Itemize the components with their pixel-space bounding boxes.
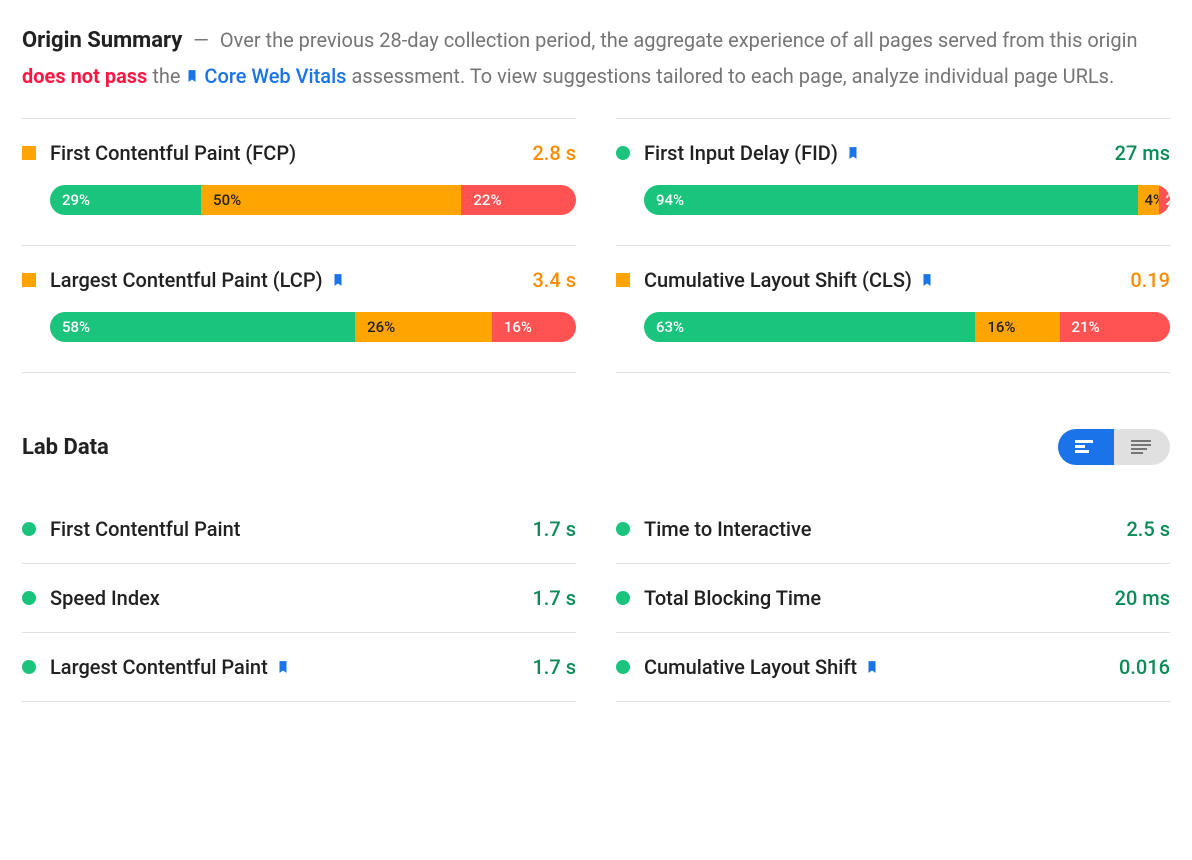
bookmark-icon — [846, 144, 860, 162]
lab-name-tti: Time to Interactive — [644, 517, 1112, 541]
lab-name-si: Speed Index — [50, 586, 518, 610]
lab-metric-fcp[interactable]: First Contentful Paint 1.7 s — [22, 495, 576, 564]
circle-icon — [616, 660, 630, 674]
lab-value-fcp: 1.7 s — [532, 517, 576, 541]
distribution-bar-cls: 63% 16% 21% — [644, 312, 1170, 342]
lab-metric-tti[interactable]: Time to Interactive 2.5 s — [616, 495, 1170, 564]
circle-icon — [616, 591, 630, 605]
dist-poor: 16% — [492, 312, 576, 342]
origin-summary-text: Origin Summary — Over the previous 28-da… — [22, 22, 1170, 93]
lab-value-si: 1.7 s — [532, 586, 576, 610]
dash-separator: — — [187, 28, 215, 52]
metric-value-fcp: 2.8 s — [532, 141, 576, 165]
lab-name-fcp: First Contentful Paint — [50, 517, 518, 541]
lab-metric-lcp[interactable]: Largest Contentful Paint 1.7 s — [22, 633, 576, 702]
dist-poor: 2% — [1159, 185, 1170, 215]
view-toggle-bars[interactable] — [1058, 429, 1114, 465]
bookmark-icon — [331, 271, 345, 289]
lab-value-cls: 0.016 — [1119, 655, 1170, 679]
circle-icon — [22, 591, 36, 605]
dist-avg: 4% — [1138, 185, 1159, 215]
lab-value-lcp: 1.7 s — [532, 655, 576, 679]
lab-metric-si[interactable]: Speed Index 1.7 s — [22, 564, 576, 633]
field-metric-cls[interactable]: Cumulative Layout Shift (CLS) 0.19 63% 1… — [616, 245, 1170, 373]
circle-icon — [22, 522, 36, 536]
dist-avg: 16% — [975, 312, 1059, 342]
square-icon — [22, 273, 36, 287]
metric-value-cls: 0.19 — [1130, 268, 1170, 292]
dist-good: 58% — [50, 312, 355, 342]
lab-metric-cls[interactable]: Cumulative Layout Shift 0.016 — [616, 633, 1170, 702]
dist-avg: 26% — [355, 312, 492, 342]
view-toggle-list[interactable] — [1114, 429, 1170, 465]
lab-data-header: Lab Data — [22, 429, 1170, 465]
dist-good: 63% — [644, 312, 975, 342]
dist-poor: 22% — [461, 185, 576, 215]
field-metric-fcp[interactable]: First Contentful Paint (FCP) 2.8 s 29% 5… — [22, 118, 576, 246]
bookmark-icon — [920, 271, 934, 289]
distribution-bar-lcp: 58% 26% 16% — [50, 312, 576, 342]
circle-icon — [616, 522, 630, 536]
lab-name-cls: Cumulative Layout Shift — [644, 655, 1105, 679]
origin-summary-title: Origin Summary — [22, 28, 182, 53]
circle-icon — [616, 146, 630, 160]
dist-poor: 21% — [1060, 312, 1170, 342]
bookmark-icon — [865, 658, 879, 676]
lab-data-grid: First Contentful Paint 1.7 s Time to Int… — [22, 495, 1170, 702]
bookmark-icon — [185, 67, 199, 85]
metric-value-fid: 27 ms — [1115, 141, 1170, 165]
metric-name-lcp: Largest Contentful Paint (LCP) — [50, 268, 518, 292]
lab-value-tbt: 20 ms — [1115, 586, 1170, 610]
origin-summary-pre: Over the previous 28-day collection peri… — [220, 28, 1138, 52]
dist-avg: 50% — [201, 185, 461, 215]
metric-name-fcp: First Contentful Paint (FCP) — [50, 141, 518, 165]
metric-name-cls: Cumulative Layout Shift (CLS) — [644, 268, 1116, 292]
field-metric-lcp[interactable]: Largest Contentful Paint (LCP) 3.4 s 58%… — [22, 245, 576, 373]
metric-name-fid: First Input Delay (FID) — [644, 141, 1101, 165]
lab-name-tbt: Total Blocking Time — [644, 586, 1101, 610]
metric-value-lcp: 3.4 s — [532, 268, 576, 292]
field-data-grid: First Contentful Paint (FCP) 2.8 s 29% 5… — [22, 119, 1170, 373]
distribution-bar-fid: 94% 4% 2% — [644, 185, 1170, 215]
distribution-bar-fcp: 29% 50% 22% — [50, 185, 576, 215]
origin-summary-post: assessment. To view suggestions tailored… — [351, 64, 1114, 88]
lab-metric-tbt[interactable]: Total Blocking Time 20 ms — [616, 564, 1170, 633]
origin-summary-mid: the — [152, 64, 180, 88]
square-icon — [22, 146, 36, 160]
circle-icon — [22, 660, 36, 674]
lab-name-lcp: Largest Contentful Paint — [50, 655, 518, 679]
dist-good: 29% — [50, 185, 201, 215]
dist-good: 94% — [644, 185, 1138, 215]
field-metric-fid[interactable]: First Input Delay (FID) 27 ms 94% 4% 2% — [616, 118, 1170, 246]
bookmark-icon — [276, 658, 290, 676]
square-icon — [616, 273, 630, 287]
origin-summary-fail: does not pass — [22, 64, 147, 88]
lab-value-tti: 2.5 s — [1126, 517, 1170, 541]
lab-data-title: Lab Data — [22, 435, 1058, 460]
view-toggle — [1058, 429, 1170, 465]
core-web-vitals-link[interactable]: Core Web Vitals — [204, 64, 346, 88]
